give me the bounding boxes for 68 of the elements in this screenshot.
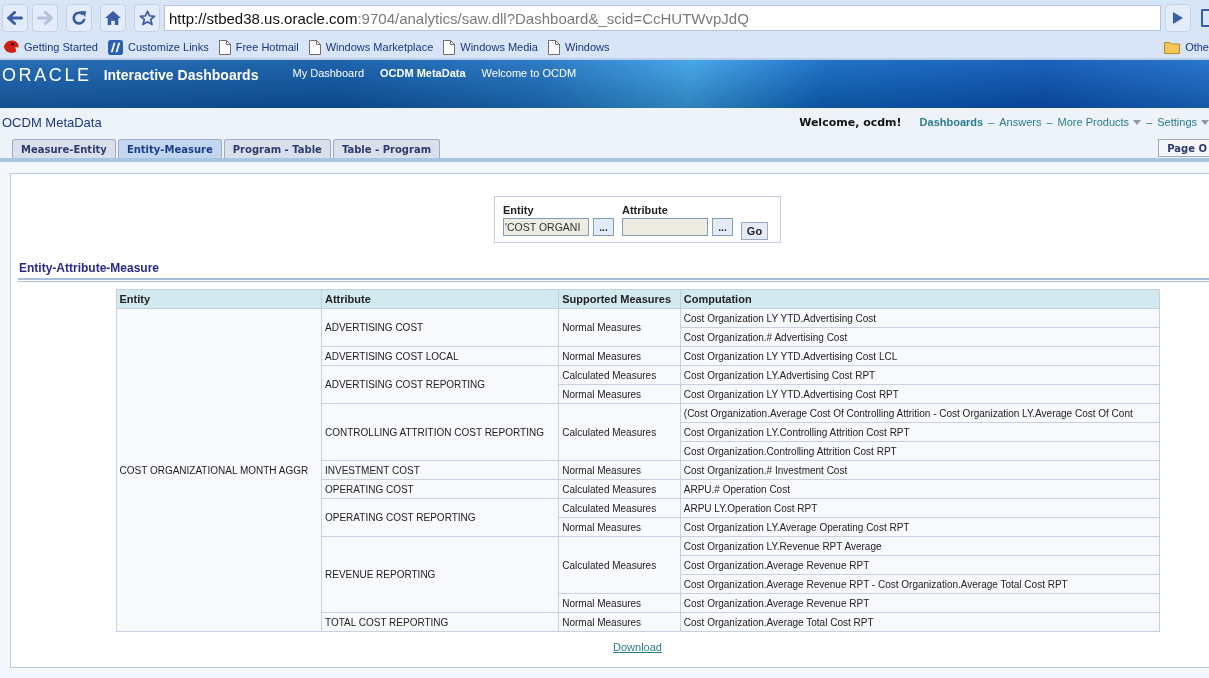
header-link[interactable]: OCDM MetaData [380, 67, 466, 79]
bookmark-link[interactable]: Free Hotmail [216, 39, 307, 55]
download-link[interactable]: Download [613, 641, 662, 653]
table-cell: Calculated Measures [558, 536, 681, 594]
folder-icon [1164, 40, 1181, 54]
arrow-left-icon [7, 11, 23, 25]
page-icon [308, 39, 321, 55]
dashboard-tab[interactable]: Measure-Entity [12, 139, 116, 158]
dashboard-tab[interactable]: Table - Program [332, 139, 441, 158]
link-separator: – [988, 116, 995, 128]
page-options-button[interactable]: Page O [1158, 139, 1209, 157]
go-button[interactable] [1165, 4, 1191, 32]
tile-icon [108, 39, 123, 55]
page-icon [218, 39, 231, 55]
dashboard-title: OCDM MetaData [2, 114, 102, 130]
table-cell: OPERATING COST REPORTING [321, 498, 559, 537]
star-icon [138, 10, 156, 26]
bookmarks-folder[interactable]: Othe [1162, 40, 1209, 54]
reload-button[interactable] [66, 4, 92, 32]
bookmark-link[interactable]: Windows [545, 39, 618, 55]
home-button[interactable] [100, 4, 126, 32]
creature-icon [4, 40, 19, 54]
arrow-right-icon [37, 11, 53, 25]
table-cell: Calculated Measures [558, 403, 681, 461]
link-separator: – [1046, 116, 1053, 128]
browse-button[interactable]: ... [593, 218, 614, 236]
input-field[interactable] [622, 218, 708, 236]
back-button[interactable] [2, 4, 28, 32]
table-cell: CONTROLLING ATTRITION COST REPORTING [321, 403, 559, 461]
logo-text: ORACLE [2, 66, 92, 84]
go-button[interactable]: Go [741, 222, 768, 240]
browse-button[interactable]: ... [712, 218, 733, 236]
column-header: Computation [680, 289, 1159, 309]
play-icon [1173, 12, 1183, 24]
product-title: Interactive Dashboards [103, 66, 259, 84]
column-header: Attribute [321, 289, 559, 309]
header-link[interactable]: Welcome to OCDM [481, 67, 577, 79]
bookmark-link[interactable]: Customize Links [106, 39, 217, 55]
header-link[interactable]: My Dashboard [292, 67, 364, 79]
bookmark-button[interactable] [134, 4, 160, 32]
welcome-text: Welcome, ocdm! [799, 115, 902, 129]
page-icon [547, 39, 560, 55]
page-menu-icon[interactable] [1201, 9, 1209, 27]
global-link[interactable]: More Products [1057, 116, 1142, 128]
dashboard-tab[interactable]: Entity-Measure [117, 139, 222, 158]
global-link[interactable]: Dashboards [919, 116, 984, 128]
address-field[interactable]: http://stbed38.us.oracle.com:9704/analytics/saw.dll?Dashboard&_scid=CcHUTWvpJdQ [164, 5, 1161, 31]
column-header: Supported Measures [558, 289, 681, 309]
table-cell: ADVERTISING COST REPORTING [321, 365, 559, 404]
table-cell: Normal Measures [558, 308, 681, 347]
link-separator: – [1146, 116, 1153, 128]
home-icon [105, 10, 121, 26]
global-link[interactable]: Answers [999, 116, 1042, 128]
input-field[interactable]: 'COST ORGANI [503, 218, 589, 236]
section-title: Entity-Attribute-Measure [19, 261, 160, 275]
bookmark-link[interactable]: Windows Marketplace [306, 39, 442, 55]
reload-icon [71, 10, 87, 26]
bookmark-link[interactable]: Getting Started [2, 40, 106, 54]
global-link[interactable]: Settings [1157, 116, 1209, 128]
table-cell: REVENUE REPORTING [321, 536, 559, 613]
column-header: Entity [116, 289, 322, 309]
field-label: Attribute [622, 204, 669, 216]
field-label: Entity [503, 204, 535, 216]
bookmark-link[interactable]: Windows Media [441, 39, 546, 55]
page-icon [443, 39, 456, 55]
table-cell: ADVERTISING COST [321, 308, 559, 347]
table-cell: COST ORGANIZATIONAL MONTH AGGR [116, 308, 322, 632]
dashboard-tab[interactable]: Program - Table [223, 139, 331, 158]
